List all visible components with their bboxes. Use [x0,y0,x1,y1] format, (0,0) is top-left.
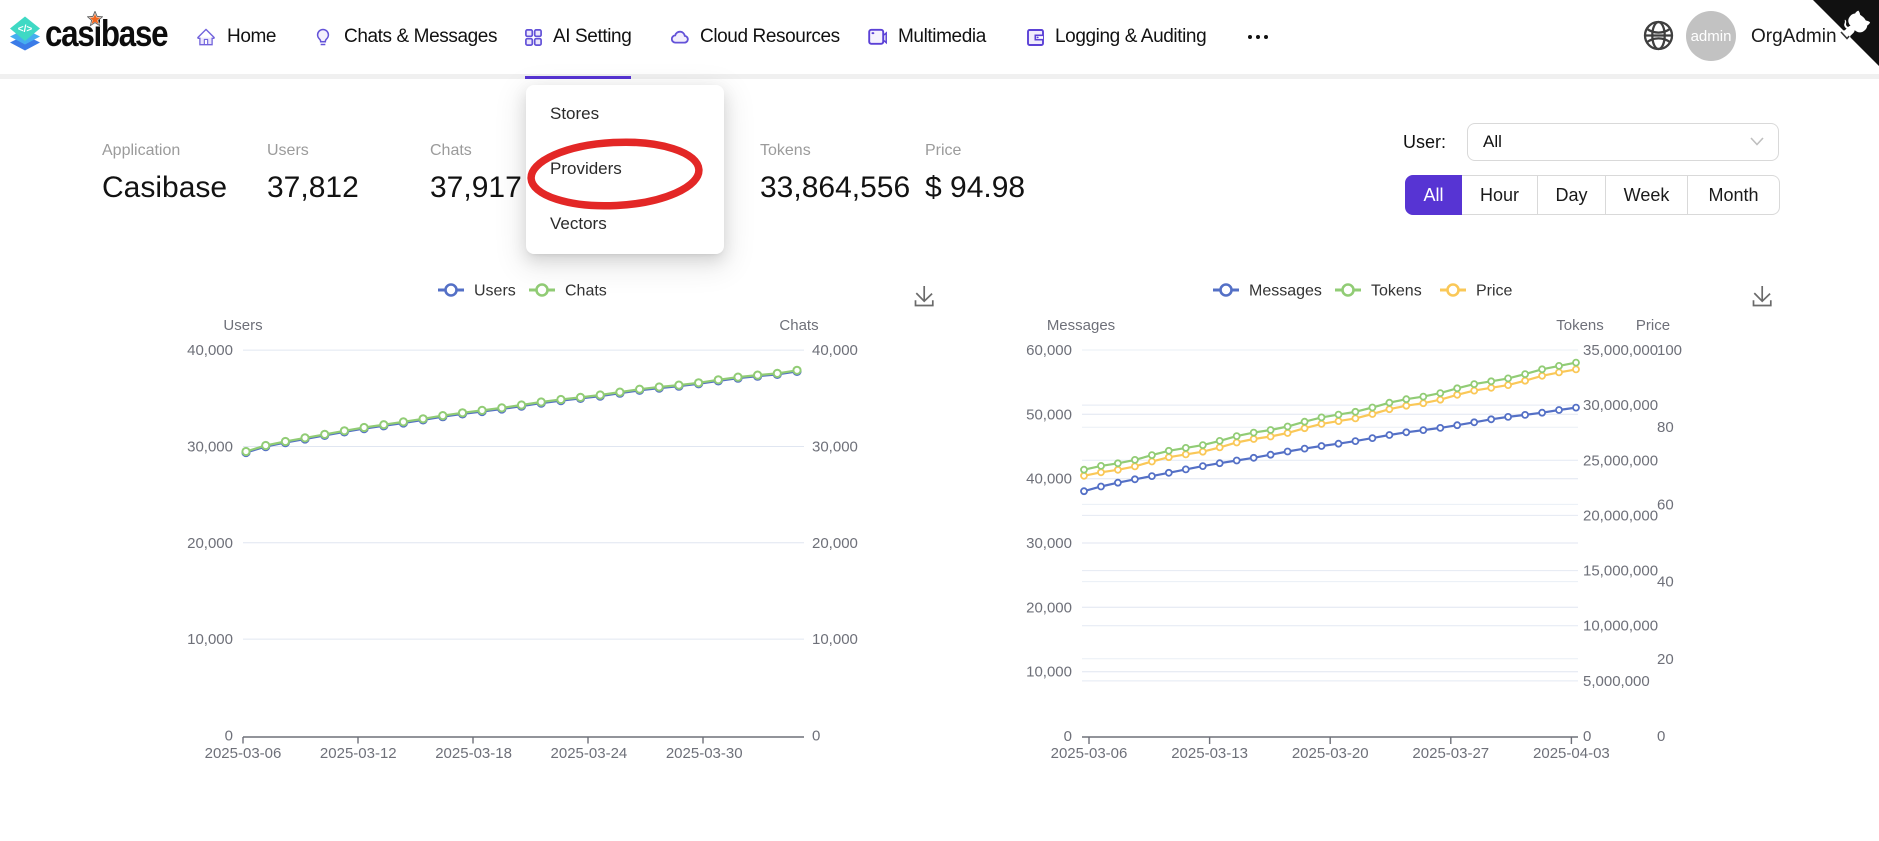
svg-text:60: 60 [1657,496,1674,513]
svg-text:20: 20 [1657,651,1674,668]
svg-text:Messages: Messages [1249,283,1322,300]
svg-text:25,000,000: 25,000,000 [1583,452,1658,469]
svg-text:Tokens: Tokens [1371,283,1422,300]
svg-text:20,000: 20,000 [1026,599,1072,616]
svg-text:40,000: 40,000 [1026,471,1072,488]
svg-text:40,000: 40,000 [812,342,858,359]
svg-text:20,000,000: 20,000,000 [1583,507,1658,524]
svg-text:0: 0 [812,728,820,745]
svg-text:50,000: 50,000 [1026,406,1072,423]
svg-text:20,000: 20,000 [187,535,233,552]
svg-text:5,000,000: 5,000,000 [1583,673,1650,690]
svg-text:2025-03-27: 2025-03-27 [1412,745,1489,762]
svg-text:30,000: 30,000 [812,439,858,456]
svg-text:80: 80 [1657,419,1674,436]
svg-text:0: 0 [1583,728,1591,745]
svg-text:Tokens: Tokens [1556,317,1604,334]
svg-text:100: 100 [1657,342,1682,359]
svg-text:60,000: 60,000 [1026,342,1072,359]
svg-text:Chats: Chats [779,317,818,334]
svg-text:2025-03-12: 2025-03-12 [320,745,397,762]
svg-text:2025-03-20: 2025-03-20 [1292,745,1369,762]
svg-text:10,000,000: 10,000,000 [1583,618,1658,635]
svg-text:Messages: Messages [1047,317,1115,334]
svg-text:Users: Users [223,317,262,334]
svg-text:2025-03-24: 2025-03-24 [551,745,628,762]
svg-text:Price: Price [1476,283,1513,300]
svg-text:40: 40 [1657,574,1674,591]
svg-text:Chats: Chats [565,283,607,300]
svg-text:Price: Price [1636,317,1670,334]
svg-text:0: 0 [1657,728,1665,745]
svg-text:Users: Users [474,283,516,300]
svg-text:0: 0 [1064,728,1072,745]
svg-text:20,000: 20,000 [812,535,858,552]
svg-text:15,000,000: 15,000,000 [1583,563,1658,580]
svg-text:10,000: 10,000 [812,631,858,648]
svg-text:2025-04-03: 2025-04-03 [1533,745,1610,762]
svg-text:30,000,000: 30,000,000 [1583,397,1658,414]
svg-text:30,000: 30,000 [187,439,233,456]
svg-text:2025-03-13: 2025-03-13 [1171,745,1248,762]
svg-text:30,000: 30,000 [1026,535,1072,552]
svg-text:35,000,000: 35,000,000 [1583,342,1658,359]
svg-text:10,000: 10,000 [1026,664,1072,681]
svg-text:2025-03-30: 2025-03-30 [666,745,743,762]
svg-text:10,000: 10,000 [187,631,233,648]
svg-text:0: 0 [225,728,233,745]
svg-text:40,000: 40,000 [187,342,233,359]
svg-text:2025-03-06: 2025-03-06 [205,745,282,762]
svg-text:2025-03-18: 2025-03-18 [435,745,512,762]
svg-text:2025-03-06: 2025-03-06 [1051,745,1128,762]
